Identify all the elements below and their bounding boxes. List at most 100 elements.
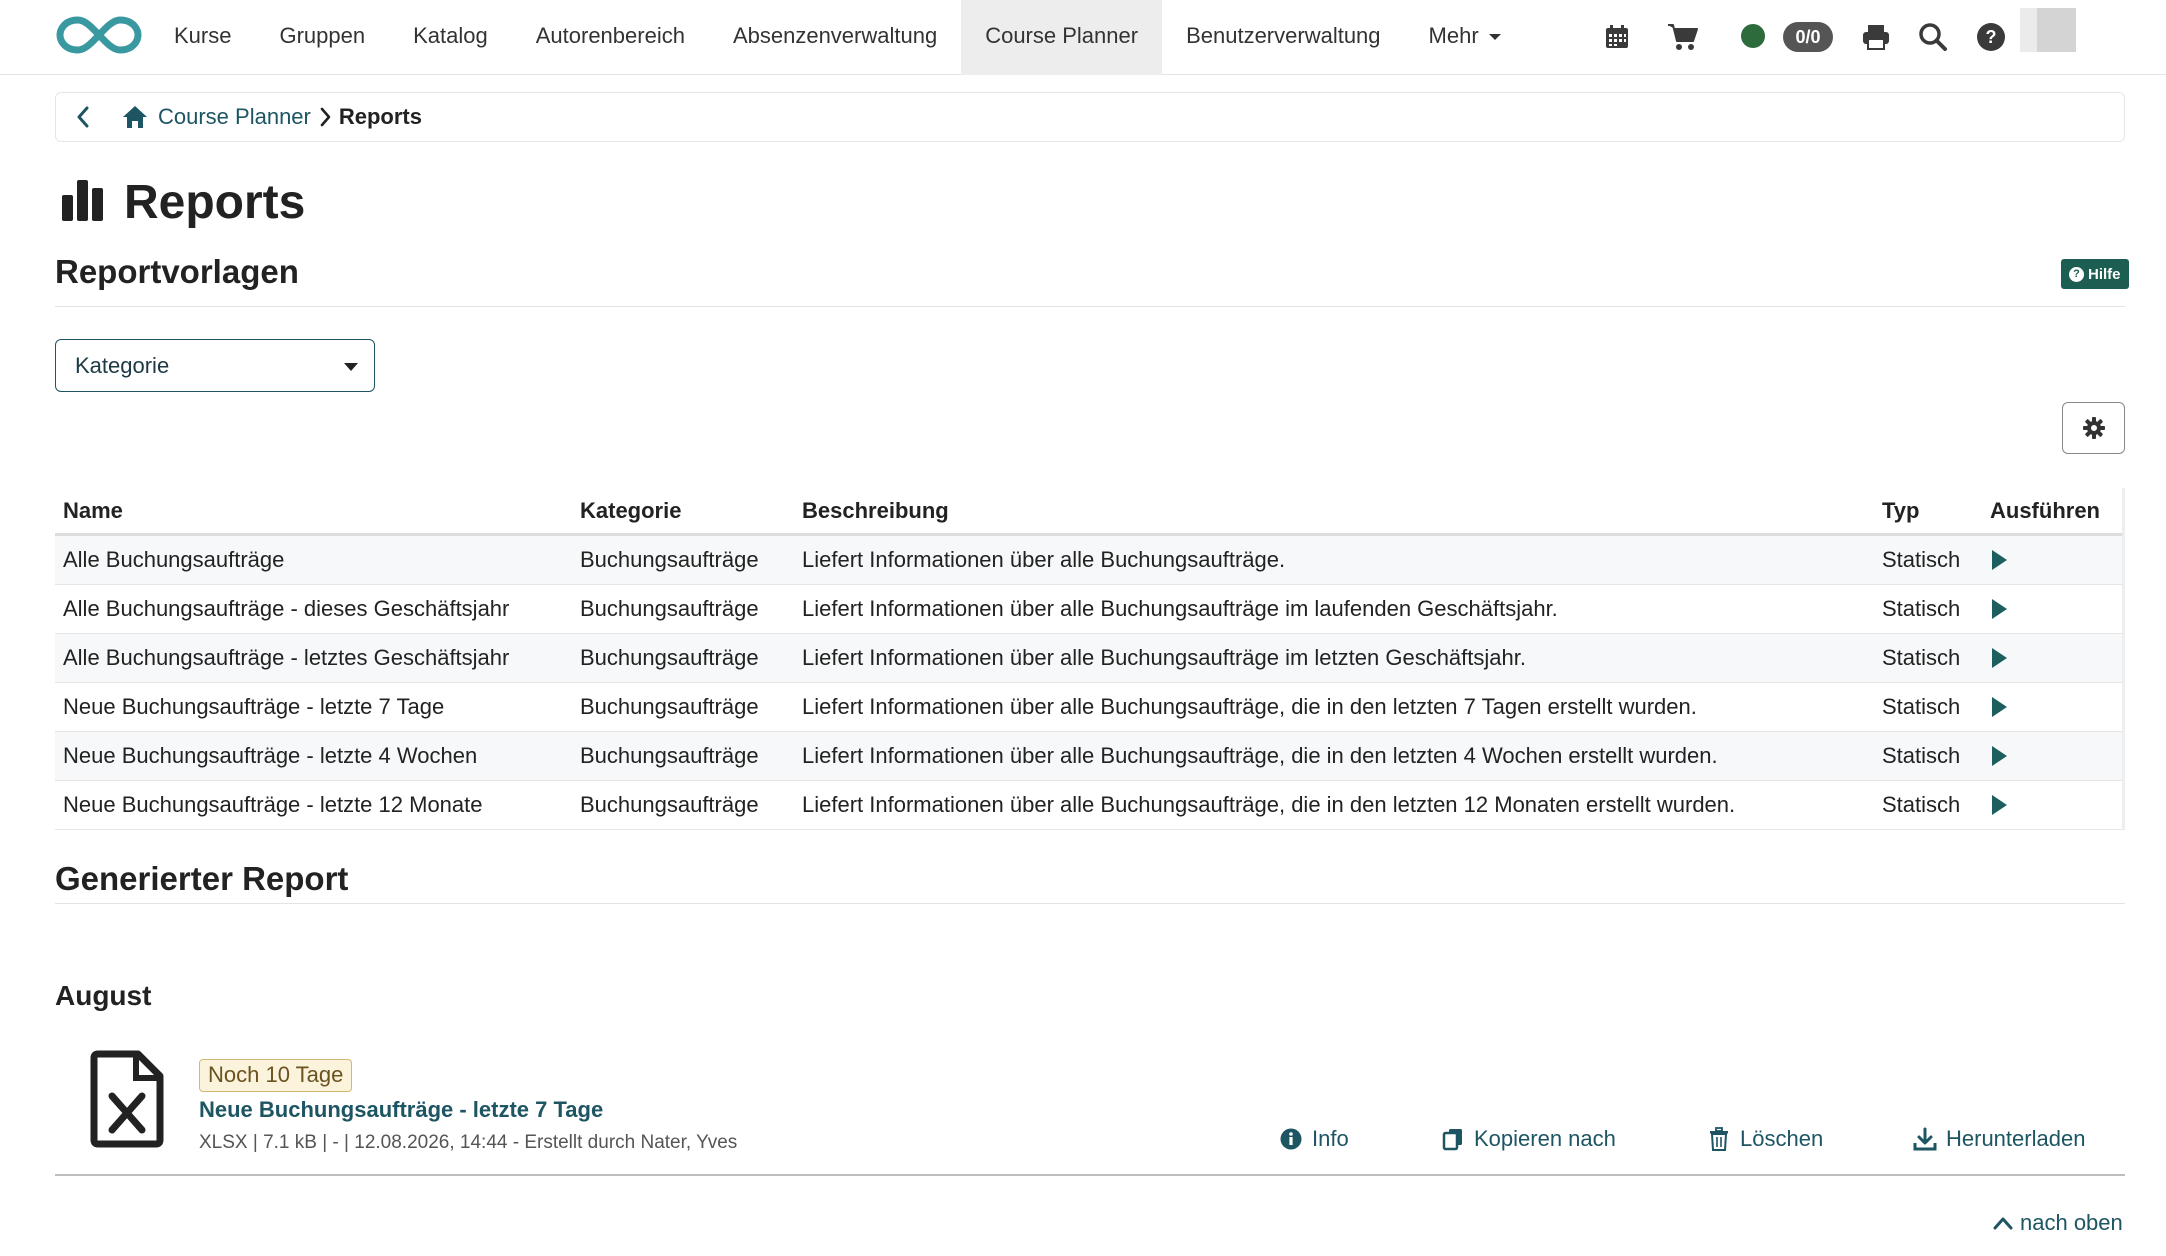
cell-type: Statisch — [1882, 743, 1961, 768]
copy-to-label: Kopieren nach — [1474, 1126, 1616, 1151]
cell-type: Statisch — [1882, 694, 1961, 719]
column-header-type[interactable]: Typ — [1882, 498, 1990, 524]
cell-category: Buchungsaufträge — [580, 596, 759, 621]
nav-katalog[interactable]: Katalog — [389, 0, 512, 75]
cell-category: Buchungsaufträge — [580, 547, 759, 572]
run-report-play-icon[interactable] — [1990, 598, 2008, 620]
logo[interactable] — [56, 12, 142, 58]
category-filter-label: Kategorie — [75, 352, 170, 378]
cell-type: Statisch — [1882, 547, 1961, 572]
cell-run — [1990, 745, 2125, 767]
breadcrumb-course-planner-link[interactable]: Course Planner — [158, 104, 311, 130]
cell-run — [1990, 549, 2125, 571]
nav-more-label: Mehr — [1428, 23, 1479, 48]
month-heading: August — [55, 980, 152, 1011]
notification-count-badge[interactable]: 0/0 — [1783, 22, 1833, 52]
info-label: Info — [1312, 1126, 1349, 1151]
trash-icon — [1706, 1126, 1732, 1152]
chevron-up-icon — [1993, 1217, 2013, 1230]
copy-to-button[interactable]: Kopieren nach — [1440, 1126, 1616, 1152]
download-label: Herunterladen — [1946, 1126, 2086, 1151]
calendar-icon[interactable] — [1598, 18, 1636, 56]
search-icon[interactable] — [1914, 18, 1952, 56]
nav-absenzenverwaltung[interactable]: Absenzenverwaltung — [709, 0, 961, 75]
run-report-play-icon[interactable] — [1990, 549, 2008, 571]
cell-description: Liefert Informationen über alle Buchungs… — [802, 596, 1558, 621]
table-row: Neue Buchungsaufträge - letzte 12 Monate… — [55, 781, 2125, 830]
cell-category: Buchungsaufträge — [580, 792, 759, 817]
cell-name: Alle Buchungsaufträge — [63, 547, 285, 572]
info-icon — [1278, 1126, 1304, 1152]
bar-chart-icon — [60, 178, 106, 228]
report-file-link[interactable]: Neue Buchungsaufträge - letzte 7 Tage — [199, 1097, 603, 1123]
cell-name: Neue Buchungsaufträge - letzte 7 Tage — [63, 694, 445, 719]
cell-name: Neue Buchungsaufträge - letzte 12 Monate — [63, 792, 483, 817]
svg-text:?: ? — [1986, 27, 1997, 47]
run-report-play-icon[interactable] — [1990, 696, 2008, 718]
download-icon — [1912, 1126, 1938, 1152]
breadcrumb-current: Reports — [338, 104, 422, 129]
templates-title: Reportvorlagen — [55, 253, 299, 290]
back-to-top-link[interactable]: nach oben — [1992, 1210, 2123, 1236]
copy-icon — [1440, 1126, 1466, 1152]
nav-benutzerverwaltung[interactable]: Benutzerverwaltung — [1162, 0, 1404, 75]
expiry-badge: Noch 10 Tage — [199, 1059, 353, 1092]
help-button[interactable]: ? Hilfe — [2061, 259, 2129, 289]
table-scroll-edge — [2122, 488, 2125, 830]
caret-down-icon — [1488, 34, 1501, 41]
cell-description: Liefert Informationen über alle Buchungs… — [802, 645, 1526, 670]
table-row: Alle Buchungsaufträge - letztes Geschäft… — [55, 634, 2125, 683]
cell-description: Liefert Informationen über alle Buchungs… — [802, 547, 1286, 572]
page-title: Reports — [124, 176, 306, 229]
online-status-icon[interactable] — [1741, 24, 1765, 48]
nav-course-planner[interactable]: Course Planner — [961, 0, 1163, 75]
column-header-description[interactable]: Beschreibung — [802, 498, 1882, 524]
table-settings-button[interactable] — [2062, 402, 2125, 454]
delete-button[interactable]: Löschen — [1706, 1126, 1823, 1152]
nav-more-dropdown[interactable]: Mehr — [1405, 0, 1525, 75]
run-report-play-icon[interactable] — [1990, 745, 2008, 767]
cart-icon[interactable] — [1664, 18, 1702, 56]
nav-autorenbereich[interactable]: Autorenbereich — [512, 0, 709, 75]
section-divider — [55, 306, 2125, 307]
print-icon[interactable] — [1857, 18, 1895, 56]
nav-kurse[interactable]: Kurse — [150, 0, 255, 75]
cell-name: Neue Buchungsaufträge - letzte 4 Wochen — [63, 743, 478, 768]
breadcrumb-separator-icon — [319, 107, 331, 127]
back-chevron-icon[interactable] — [68, 102, 98, 132]
cell-type: Statisch — [1882, 792, 1961, 817]
top-navigation: Kurse Gruppen Katalog Autorenbereich Absenze… — [0, 0, 2166, 75]
column-header-name[interactable]: Name — [55, 498, 580, 524]
report-meta: XLSX | 7.1 kB | - | 12.08.2026, 14:44 - … — [199, 1132, 738, 1153]
cell-name: Alle Buchungsaufträge - dieses Geschäfts… — [63, 596, 510, 621]
section-divider — [55, 903, 2125, 904]
cell-type: Statisch — [1882, 596, 1961, 621]
cell-run — [1990, 794, 2125, 816]
gear-icon — [2082, 417, 2105, 439]
cell-category: Buchungsaufträge — [580, 743, 759, 768]
info-button[interactable]: Info — [1278, 1126, 1349, 1152]
caret-down-icon — [344, 363, 358, 371]
cell-description: Liefert Informationen über alle Buchungs… — [802, 743, 1718, 768]
run-report-play-icon[interactable] — [1990, 647, 2008, 669]
question-icon: ? — [2069, 266, 2084, 282]
report-templates-table: Name Kategorie Beschreibung Typ Ausführe… — [55, 488, 2125, 830]
table-body: Alle Buchungsaufträge Buchungsaufträge Lie… — [55, 536, 2125, 830]
cell-run — [1990, 647, 2125, 669]
category-filter-select[interactable]: Kategorie — [55, 339, 375, 392]
table-row: Neue Buchungsaufträge - letzte 7 Tage Buc… — [55, 683, 2125, 732]
excel-file-icon[interactable] — [90, 1050, 164, 1148]
table-row: Alle Buchungsaufträge - dieses Geschäfts… — [55, 585, 2125, 634]
main-menu: Kurse Gruppen Katalog Autorenbereich Absenze… — [150, 0, 1525, 75]
user-avatar[interactable] — [2020, 8, 2076, 52]
help-icon[interactable]: ? — [1972, 18, 2010, 56]
run-report-play-icon[interactable] — [1990, 794, 2008, 816]
cell-category: Buchungsaufträge — [580, 694, 759, 719]
download-button[interactable]: Herunterladen — [1912, 1126, 2085, 1152]
column-header-category[interactable]: Kategorie — [580, 498, 802, 524]
nav-gruppen[interactable]: Gruppen — [255, 0, 389, 75]
help-button-label: Hilfe — [2088, 265, 2121, 283]
home-icon[interactable] — [120, 102, 150, 132]
table-header-row: Name Kategorie Beschreibung Typ Ausführe… — [55, 488, 2125, 536]
delete-label: Löschen — [1740, 1126, 1824, 1151]
